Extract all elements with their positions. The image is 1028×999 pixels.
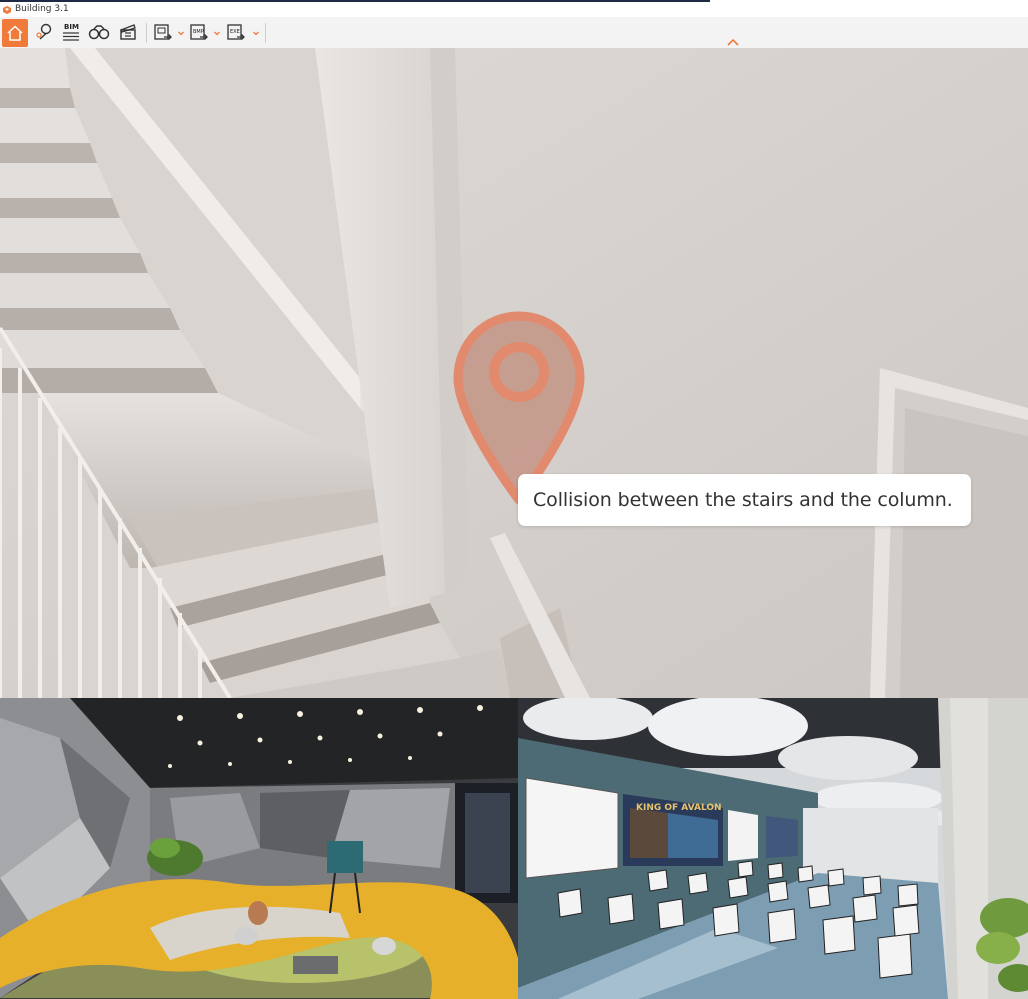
toolbar-separator xyxy=(146,23,147,43)
export-image-icon xyxy=(154,24,172,40)
export-exe-icon: EXE xyxy=(227,24,245,40)
title-underline xyxy=(0,0,710,2)
chevron-down-icon[interactable] xyxy=(213,29,221,37)
binoculars-icon xyxy=(88,25,110,40)
rendered-auditorium-image: KING OF AVALON xyxy=(518,698,1028,999)
screen-caption: KING OF AVALON xyxy=(636,803,722,813)
location-pin-icon xyxy=(36,23,52,40)
annotation-tooltip: Collision between the stairs and the col… xyxy=(518,474,971,526)
export-bmp-icon: BMP xyxy=(190,24,208,40)
svg-text:EXE: EXE xyxy=(230,29,240,35)
app-logo-icon xyxy=(3,6,11,14)
3d-viewport[interactable]: Collision between the stairs and the col… xyxy=(0,48,1028,698)
svg-text:BMP: BMP xyxy=(193,29,204,35)
window-title: Building 3.1 xyxy=(15,4,69,14)
clapper-button[interactable] xyxy=(116,20,140,44)
location-button[interactable] xyxy=(32,20,56,44)
export-exe-button[interactable]: EXE xyxy=(224,20,248,44)
rendered-lounge-image xyxy=(0,698,518,999)
view-button[interactable] xyxy=(87,20,111,44)
chevron-up-icon[interactable] xyxy=(726,37,740,47)
export-image-button[interactable] xyxy=(151,20,175,44)
toolbar: BIM BMP EXE xyxy=(0,17,1028,49)
title-bar: Building 3.1 xyxy=(0,0,1028,17)
bim-button[interactable]: BIM xyxy=(59,20,83,44)
export-bmp-button[interactable]: BMP xyxy=(187,20,211,44)
home-button[interactable] xyxy=(2,19,28,47)
toolbar-separator xyxy=(265,23,266,43)
bim-icon: BIM xyxy=(63,23,79,41)
chevron-down-icon[interactable] xyxy=(177,29,185,37)
svg-text:BIM: BIM xyxy=(64,23,79,31)
chevron-down-icon[interactable] xyxy=(252,29,260,37)
home-icon xyxy=(7,25,23,41)
annotation-text: Collision between the stairs and the col… xyxy=(533,489,953,511)
clapperboard-icon xyxy=(120,24,136,40)
